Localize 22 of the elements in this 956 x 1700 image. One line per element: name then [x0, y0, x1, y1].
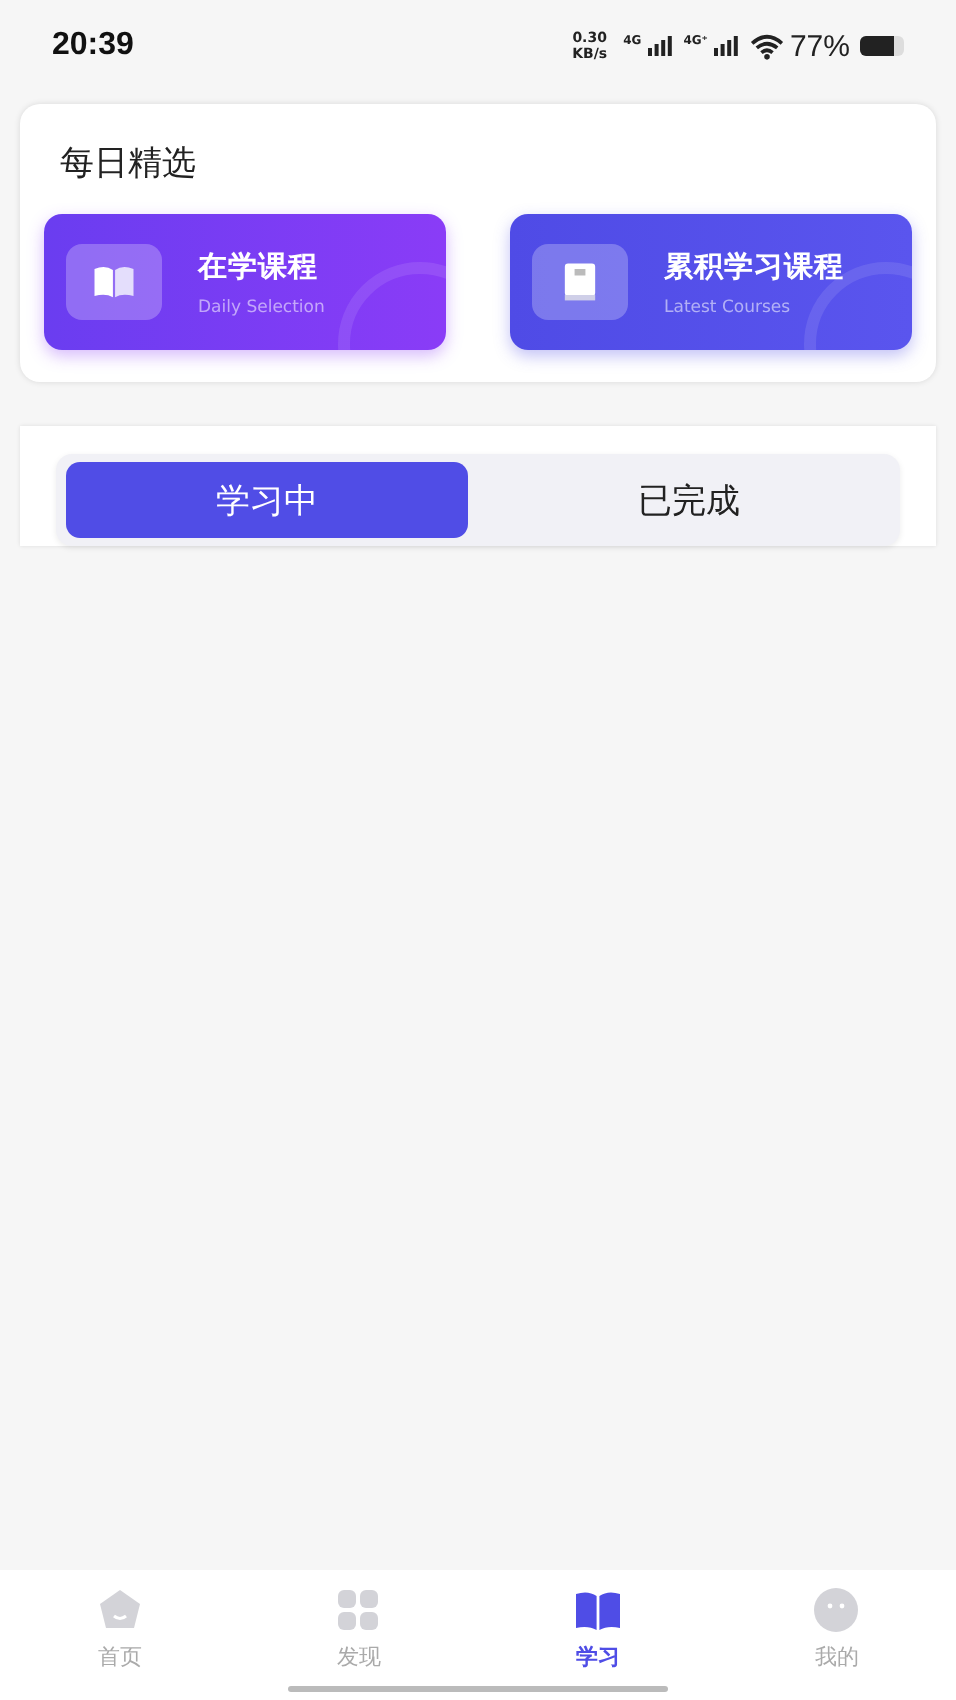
clock-time: 20:39: [52, 28, 134, 64]
signal-icon: [713, 36, 738, 56]
course-subtitle: Daily Selection: [198, 297, 325, 317]
section-title: 每日精选: [60, 142, 198, 186]
course-card[interactable]: 累积学习课程 Latest Courses: [510, 214, 912, 350]
course-subtitle: Latest Courses: [664, 297, 793, 317]
nav-label: 发现: [336, 1642, 381, 1672]
nav-label: 学习: [575, 1642, 620, 1672]
nav-tab[interactable]: 学习: [537, 1586, 658, 1686]
course-title: 在学课程: [198, 249, 320, 285]
tab[interactable]: 已完成: [488, 462, 890, 538]
battery-percent: 77%: [789, 29, 850, 63]
signal-icon: [647, 36, 672, 56]
battery-icon: [860, 36, 904, 56]
nav-label: 首页: [97, 1642, 142, 1672]
course-title: 累积学习课程: [664, 249, 844, 285]
book-icon: [571, 1586, 624, 1634]
course-card[interactable]: 在学课程 Daily Selection: [44, 214, 446, 350]
face-icon: [810, 1586, 863, 1634]
nav-label: 我的: [814, 1642, 859, 1672]
tab[interactable]: 学习中: [66, 462, 468, 538]
wifi-icon: [749, 33, 784, 59]
